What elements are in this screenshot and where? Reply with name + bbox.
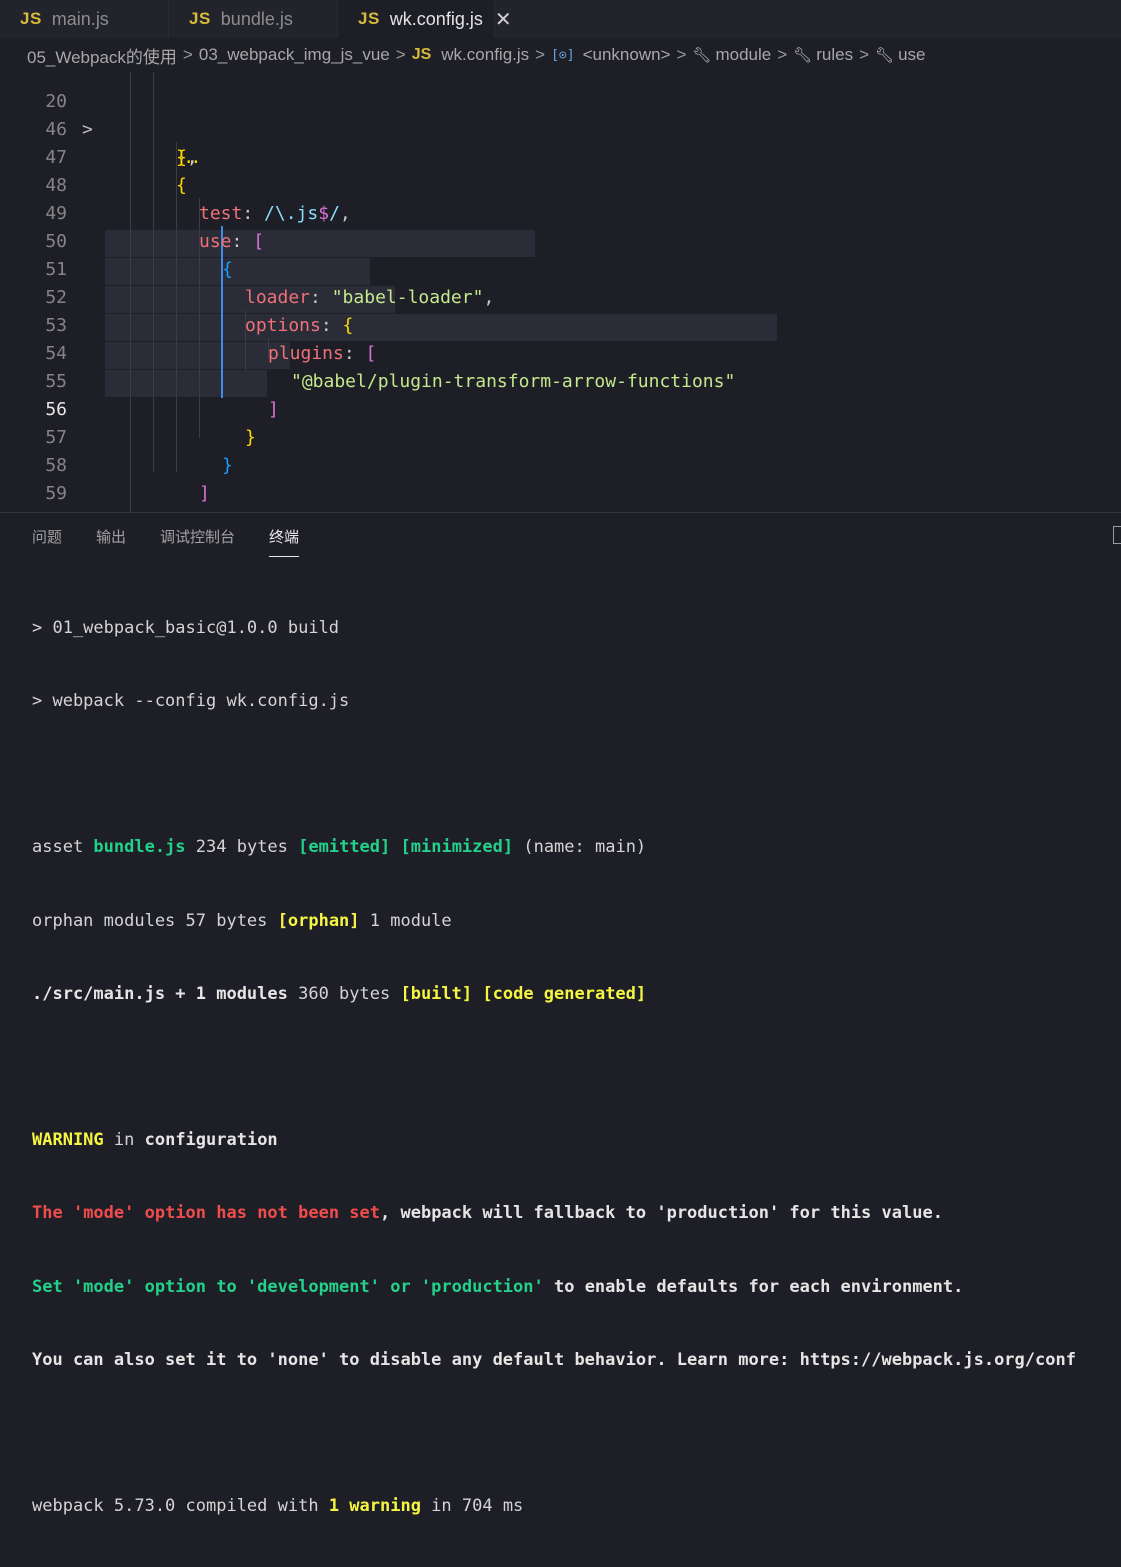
code-line: 51 loader: "babel-loader", xyxy=(0,228,1121,308)
term-text: [code generated] xyxy=(482,983,647,1004)
tab-wk-config-js[interactable]: JS wk.config.js ✕ xyxy=(338,0,512,38)
breadcrumb-module[interactable]: module xyxy=(715,45,771,65)
terminal-output[interactable]: > 01_webpack_basic@1.0.0 build > webpack… xyxy=(32,567,1121,1567)
term-text: orphan modules 57 bytes xyxy=(32,910,278,931)
term-text: bundle.js xyxy=(93,837,186,858)
term-text: in xyxy=(103,1130,145,1151)
terminal-line: You can also set it to 'none' to disable… xyxy=(32,1349,1076,1370)
code-line: 57 } xyxy=(0,396,1121,476)
editor-tab-bar: JS main.js JS bundle.js JS wk.config.js … xyxy=(0,0,1121,38)
chevron-right-icon: > xyxy=(676,45,687,64)
term-text: configuration xyxy=(144,1130,278,1151)
tab-main-js[interactable]: JS main.js xyxy=(0,0,169,38)
maximize-panel-icon[interactable] xyxy=(1113,526,1121,544)
chevron-right-icon: > xyxy=(535,45,546,64)
chevron-right-icon: > xyxy=(777,45,788,64)
code-line: 48 test: /\.js$/, xyxy=(0,144,1121,224)
code-line: 53 plugins: [ xyxy=(0,284,1121,364)
code-line: 55 ] xyxy=(0,340,1121,420)
js-file-icon: JS xyxy=(411,46,432,63)
wrench-icon: 🔧︎ xyxy=(692,47,712,64)
term-text: webpack 5.73.0 compiled with xyxy=(32,1496,329,1517)
panel-tab-bar: 问题 输出 调试控制台 终端 xyxy=(0,513,1121,559)
term-text: in 704 ms xyxy=(420,1496,524,1517)
code-line: 46 }, xyxy=(0,88,1121,168)
term-text: ./src/main.js + 1 modules xyxy=(32,983,288,1004)
term-text: [minimized] xyxy=(400,837,514,858)
symbol-variable-icon: [⊙] xyxy=(551,47,575,63)
term-text: option has not been set xyxy=(134,1203,381,1224)
close-icon[interactable]: ✕ xyxy=(495,7,512,32)
term-text: [orphan] xyxy=(277,910,360,931)
term-text: , webpack will fallback to 'production' … xyxy=(380,1203,943,1224)
code-line: 49 use: [ xyxy=(0,172,1121,252)
breadcrumb-folder[interactable]: 05_Webpack的使用 xyxy=(27,43,177,68)
breadcrumb-symbol[interactable]: <unknown> xyxy=(583,45,671,65)
code-line: 60 ] xyxy=(0,480,1121,512)
term-text: 'mode' xyxy=(72,1203,135,1224)
breadcrumb: 05_Webpack的使用 > 03_webpack_img_js_vue > … xyxy=(0,38,1121,72)
term-text: 234 bytes xyxy=(185,837,299,858)
tab-bundle-js[interactable]: JS bundle.js xyxy=(169,0,338,38)
code-line: 50 { xyxy=(0,200,1121,280)
code-line: 59 } xyxy=(0,452,1121,512)
tab-terminal[interactable]: 终端 xyxy=(269,526,300,557)
terminal-blank xyxy=(32,1421,1121,1445)
tab-label: wk.config.js xyxy=(389,8,483,29)
chevron-right-icon: > xyxy=(182,45,193,64)
chevron-right-icon: > xyxy=(859,45,870,64)
terminal-line: asset bundle.js 234 bytes [emitted] [min… xyxy=(32,835,1121,859)
js-file-icon: JS xyxy=(189,9,211,28)
term-text xyxy=(472,984,482,1004)
code-line: 54 "@babel/plugin-transform-arrow-functi… xyxy=(0,312,1121,392)
term-text xyxy=(390,837,400,857)
term-text: [built] xyxy=(400,983,473,1004)
term-text: WARNING xyxy=(32,1130,104,1151)
term-text: [emitted] xyxy=(298,837,391,858)
code-line: 56 } xyxy=(0,368,1121,448)
terminal-line: The 'mode' option has not been set, webp… xyxy=(32,1201,1121,1225)
tab-output[interactable]: 输出 xyxy=(96,526,126,547)
terminal-line: WARNING in configuration xyxy=(32,1128,1121,1152)
term-text: The xyxy=(32,1203,73,1224)
tab-label: bundle.js xyxy=(220,8,293,29)
js-file-icon: JS xyxy=(358,9,380,28)
breadcrumb-use[interactable]: use xyxy=(898,45,925,65)
term-text: (name: main) xyxy=(513,837,647,858)
term-text: 1 warning xyxy=(328,1496,421,1517)
breadcrumb-file[interactable]: wk.config.js xyxy=(441,45,529,65)
breadcrumb-folder[interactable]: 03_webpack_img_js_vue xyxy=(199,45,390,65)
terminal-line: ./src/main.js + 1 modules 360 bytes [bui… xyxy=(32,982,1121,1006)
terminal-line: > webpack --config wk.config.js xyxy=(32,691,350,712)
code-line: 20 > {… xyxy=(0,72,1121,168)
tab-problems[interactable]: 问题 xyxy=(32,526,62,547)
wrench-icon: 🔧︎ xyxy=(875,47,895,64)
code-editor[interactable]: 20 > {… 46 }, 47 { 48 test: /\.js$/, 49 … xyxy=(0,72,1121,512)
terminal-blank xyxy=(32,1055,1121,1079)
tab-label: main.js xyxy=(51,8,109,29)
js-file-icon: JS xyxy=(20,9,42,28)
term-text: 360 bytes xyxy=(287,983,401,1004)
terminal-blank xyxy=(32,762,1121,786)
code-line: 58 ] xyxy=(0,424,1121,504)
code-line: 47 { xyxy=(0,116,1121,196)
bottom-panel: 问题 输出 调试控制台 终端 > 01_webpack_basic@1.0.0 … xyxy=(0,512,1121,1516)
terminal-line: > 01_webpack_basic@1.0.0 build xyxy=(32,617,340,638)
code-line: 52 options: { xyxy=(0,256,1121,336)
term-text: 1 module xyxy=(359,910,452,931)
term-text: asset xyxy=(32,837,94,858)
wrench-icon: 🔧︎ xyxy=(793,47,813,64)
term-text: Set 'mode' option to 'development' or 'p… xyxy=(32,1276,544,1297)
term-text: to enable defaults for each environment. xyxy=(543,1276,964,1297)
chevron-right-icon: > xyxy=(395,45,406,64)
tab-debug-console[interactable]: 调试控制台 xyxy=(160,526,235,547)
breadcrumb-rules[interactable]: rules xyxy=(816,45,853,65)
terminal-line: webpack 5.73.0 compiled with 1 warning i… xyxy=(32,1494,1121,1518)
terminal-line: Set 'mode' option to 'development' or 'p… xyxy=(32,1275,1121,1299)
terminal-line: orphan modules 57 bytes [orphan] 1 modul… xyxy=(32,909,1121,933)
